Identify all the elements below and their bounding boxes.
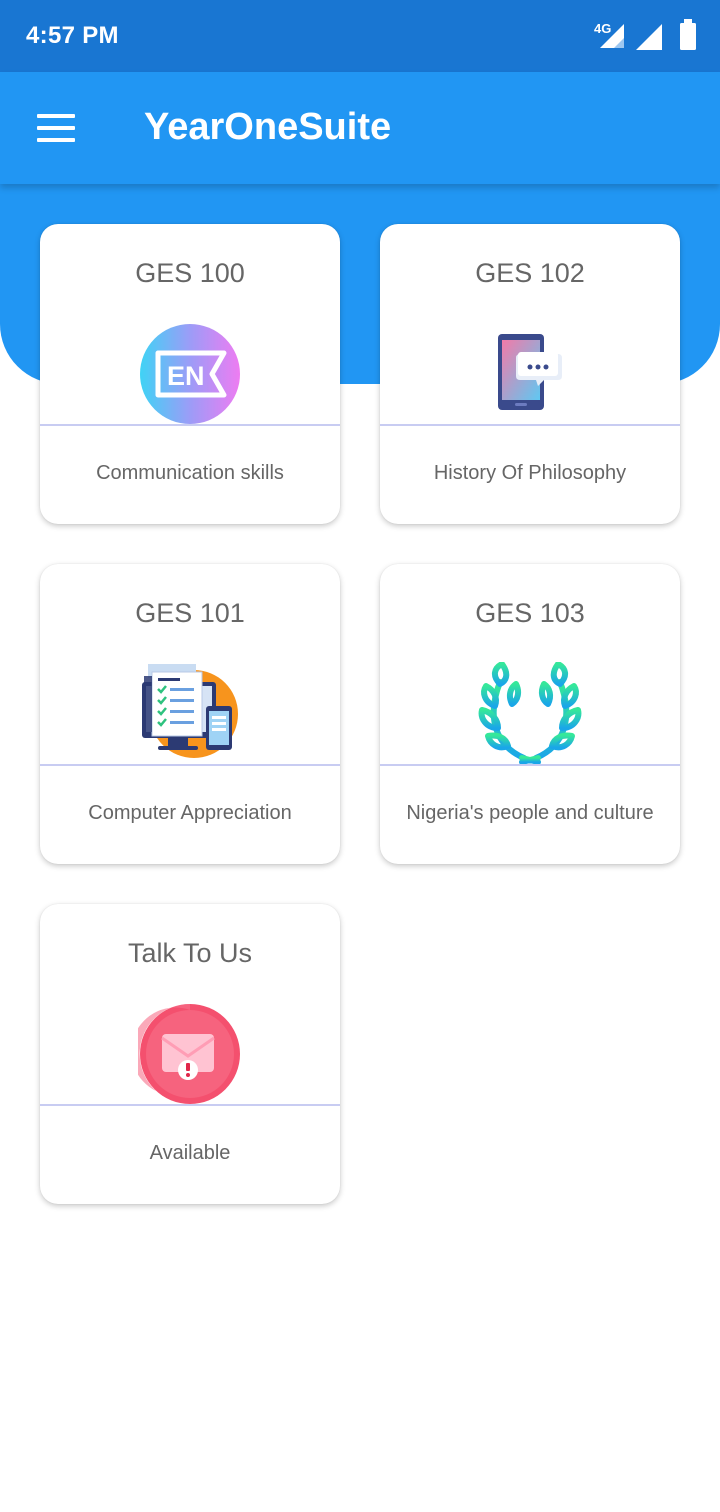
card-divider	[40, 1104, 340, 1106]
battery-icon	[680, 19, 696, 50]
laurel-wreath-icon	[478, 662, 582, 766]
svg-text:4G: 4G	[594, 21, 611, 36]
phone-chat-icon	[478, 322, 582, 426]
card-subtitle: Available	[149, 1142, 231, 1164]
status-bar: 4:57 PM 4G	[0, 0, 720, 72]
card-title: GES 100	[135, 258, 245, 288]
card-title: Talk To Us	[127, 938, 253, 968]
course-card-ges-102[interactable]: GES 102 History Of Philosophy	[380, 224, 680, 524]
card-divider	[380, 764, 680, 766]
card-divider	[40, 424, 340, 426]
card-subtitle: History Of Philosophy	[433, 462, 627, 484]
card-subtitle: Communication skills	[96, 462, 284, 484]
card-title: GES 103	[475, 598, 585, 628]
signal-icon	[636, 24, 662, 50]
course-card-ges-101[interactable]: GES 101 Computer Appreciation	[40, 564, 340, 864]
course-card-ges-103[interactable]: GES 103 Nigeria's people and culture	[380, 564, 680, 864]
card-subtitle: Nigeria's people and culture	[406, 802, 654, 824]
card-subtitle: Computer Appreciation	[88, 802, 292, 824]
card-divider	[40, 764, 340, 766]
status-time: 4:57 PM	[26, 22, 119, 49]
card-title: GES 102	[475, 258, 585, 288]
hamburger-menu-icon[interactable]	[20, 102, 92, 156]
card-divider	[380, 424, 680, 426]
computer-checklist-icon	[138, 662, 242, 766]
course-card-ges-100[interactable]: GES 100 EN Communication skills	[40, 224, 340, 524]
status-icons: 4G	[592, 18, 702, 52]
card-title: GES 101	[135, 598, 245, 628]
app-title: YearOneSuite	[144, 106, 392, 148]
svg-text:EN: EN	[167, 361, 205, 391]
english-language-icon: EN	[138, 322, 242, 426]
app-bar: YearOneSuite	[0, 72, 720, 184]
talk-to-us-card[interactable]: Talk To Us Available	[40, 904, 340, 1204]
mail-alert-icon	[138, 1002, 242, 1106]
